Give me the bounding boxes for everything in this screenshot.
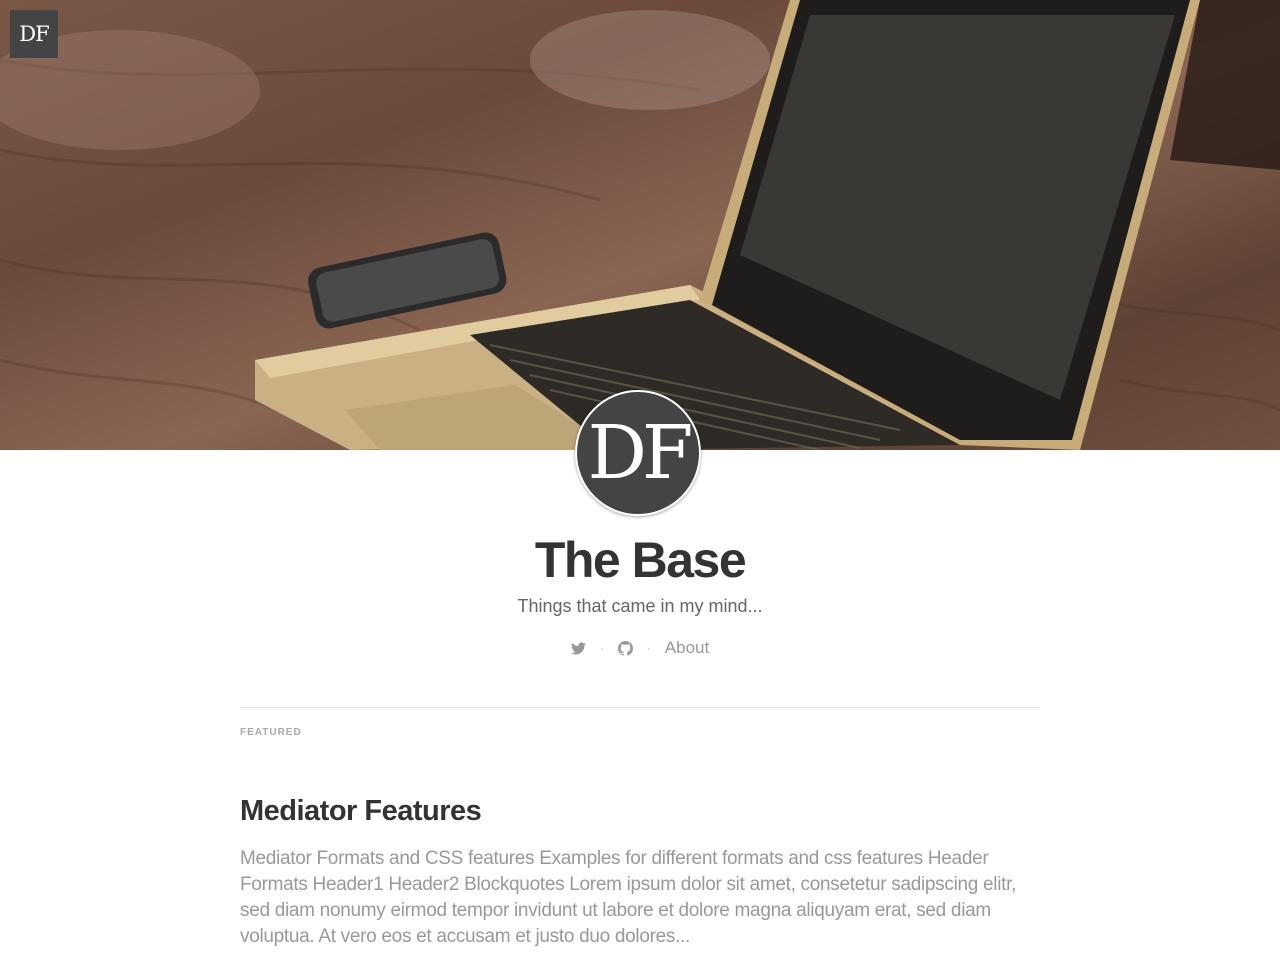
github-link[interactable] xyxy=(617,640,633,656)
avatar-text: DF xyxy=(587,410,694,496)
twitter-link[interactable] xyxy=(570,641,586,655)
post-excerpt: Mediator Formats and CSS features Exampl… xyxy=(240,848,1017,947)
nav-separator: · xyxy=(646,641,651,655)
hero-cover-image xyxy=(0,0,1280,450)
twitter-icon xyxy=(570,641,586,654)
blog-description: Things that came in my mind... xyxy=(517,596,763,616)
site-logo-text: DF xyxy=(19,22,49,46)
site-logo-button[interactable]: DF xyxy=(10,10,58,58)
featured-label: Featured xyxy=(240,727,302,738)
blog-title: The Base xyxy=(534,532,747,588)
nav-separator: · xyxy=(599,641,604,655)
section-divider xyxy=(240,707,1040,708)
laptop-desk-illustration xyxy=(0,0,1280,450)
github-icon xyxy=(617,640,633,656)
about-link[interactable]: About xyxy=(665,638,709,658)
blog-nav: · · About xyxy=(0,636,1280,660)
blog-avatar: DF xyxy=(575,390,701,516)
post-title-link[interactable]: Mediator Features xyxy=(240,793,482,829)
